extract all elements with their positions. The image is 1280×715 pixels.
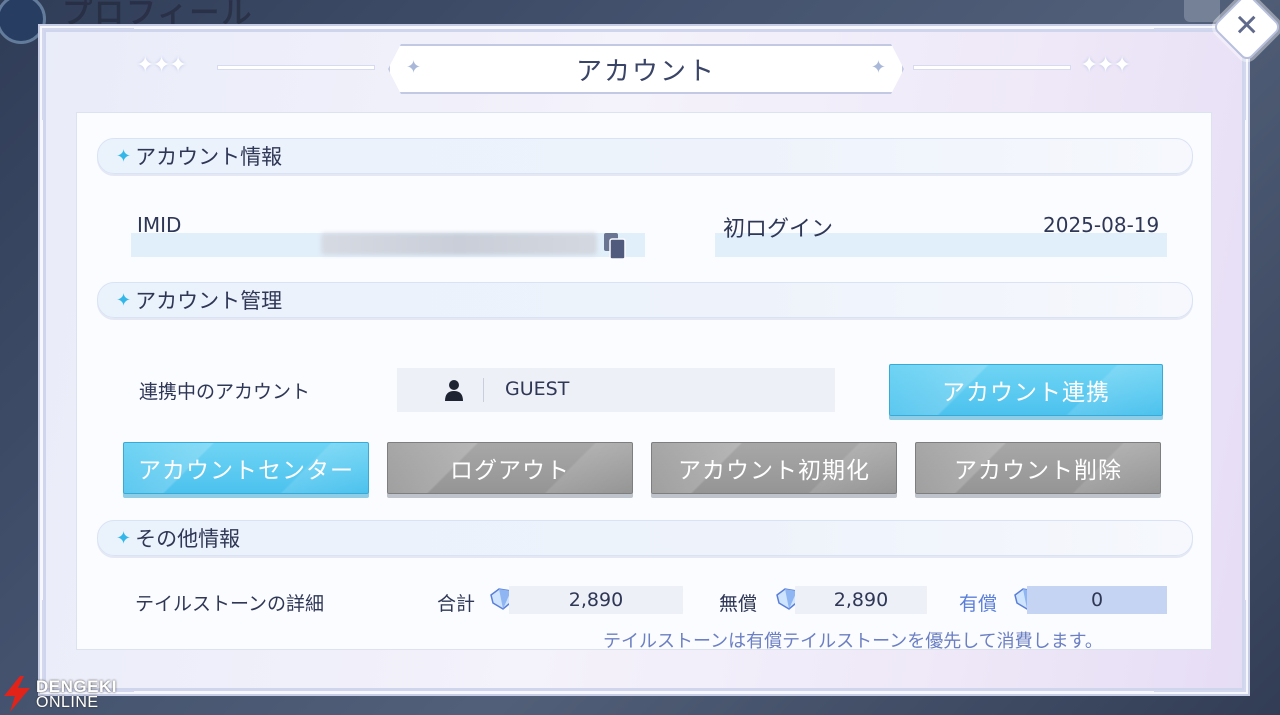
title-divider-right	[914, 66, 1070, 69]
account-dialog: ✦✦✦ ✦✦✦ ✦ アカウント ✦ ✦ アカウント情報 IMID 初ログイン 2…	[38, 24, 1250, 696]
watermark-line2: ONLINE	[36, 693, 99, 711]
dengeki-online-watermark: DENGEKI ONLINE	[2, 674, 117, 714]
sparkle-icon: ✦✦✦	[1080, 53, 1131, 78]
watermark-line1: DENGEKI	[36, 676, 117, 696]
delete-account-button[interactable]: アカウント削除	[915, 442, 1161, 494]
star-icon: ✦	[116, 527, 132, 549]
account-center-button[interactable]: アカウントセンター	[123, 442, 369, 494]
copy-icon[interactable]	[603, 232, 627, 260]
lightning-logo-icon	[4, 676, 30, 712]
button-label: ログアウト	[450, 458, 570, 484]
section-title: アカウント管理	[135, 289, 283, 313]
total-label: 合計	[437, 593, 476, 615]
frame-corner-ornament	[42, 28, 134, 120]
section-header-other-info: ✦ その他情報	[97, 520, 1193, 556]
paid-value: 0	[1090, 589, 1104, 611]
tailstone-note: テイルストーンは有償テイルストーンを優先して消費します。	[603, 631, 1103, 652]
divider	[483, 378, 484, 402]
free-value-box: 2,890	[795, 586, 927, 614]
sparkle-icon: ✦✦✦	[136, 53, 187, 78]
button-label: アカウント連携	[942, 380, 1110, 406]
total-value-box: 2,890	[509, 586, 683, 614]
title-divider-left	[218, 66, 374, 69]
star-icon: ✦	[116, 145, 132, 167]
paid-label: 有償	[959, 593, 998, 615]
link-account-button[interactable]: アカウント連携	[889, 364, 1163, 416]
section-header-account-management: ✦ アカウント管理	[97, 282, 1193, 318]
close-icon: ✕	[1234, 8, 1260, 44]
first-login-label: 初ログイン	[723, 217, 834, 242]
logout-button[interactable]: ログアウト	[387, 442, 633, 494]
imid-value-redacted	[321, 233, 597, 255]
linked-account-label: 連携中のアカウント	[139, 381, 311, 403]
button-label: アカウント初期化	[678, 458, 870, 484]
free-label: 無償	[719, 593, 758, 615]
sparkle-icon: ✦	[870, 57, 886, 78]
content-panel: ✦ アカウント情報 IMID 初ログイン 2025-08-19 ✦ アカウント管…	[76, 112, 1212, 652]
imid-label: IMID	[137, 213, 182, 237]
section-header-account-info: ✦ アカウント情報	[97, 138, 1193, 174]
linked-account-field: GUEST	[397, 368, 835, 412]
dialog-title: アカウント	[575, 56, 716, 87]
first-login-value: 2025-08-19	[1043, 213, 1160, 237]
dialog-title-plate: ✦ アカウント ✦	[388, 44, 904, 94]
paid-value-box: 0	[1027, 586, 1167, 614]
watermark-text: DENGEKI ONLINE	[36, 678, 117, 711]
free-value: 2,890	[833, 589, 889, 611]
star-icon: ✦	[116, 289, 132, 311]
section-title: その他情報	[135, 527, 241, 551]
sparkle-icon: ✦	[406, 57, 422, 78]
total-value: 2,890	[568, 589, 624, 611]
button-label: アカウント削除	[954, 458, 1122, 484]
reset-account-button[interactable]: アカウント初期化	[651, 442, 897, 494]
section-title: アカウント情報	[135, 145, 283, 169]
user-icon	[445, 380, 463, 401]
linked-account-value: GUEST	[505, 378, 570, 400]
button-label: アカウントセンター	[138, 458, 354, 484]
tailstone-detail-label: テイルストーンの詳細	[135, 593, 325, 615]
